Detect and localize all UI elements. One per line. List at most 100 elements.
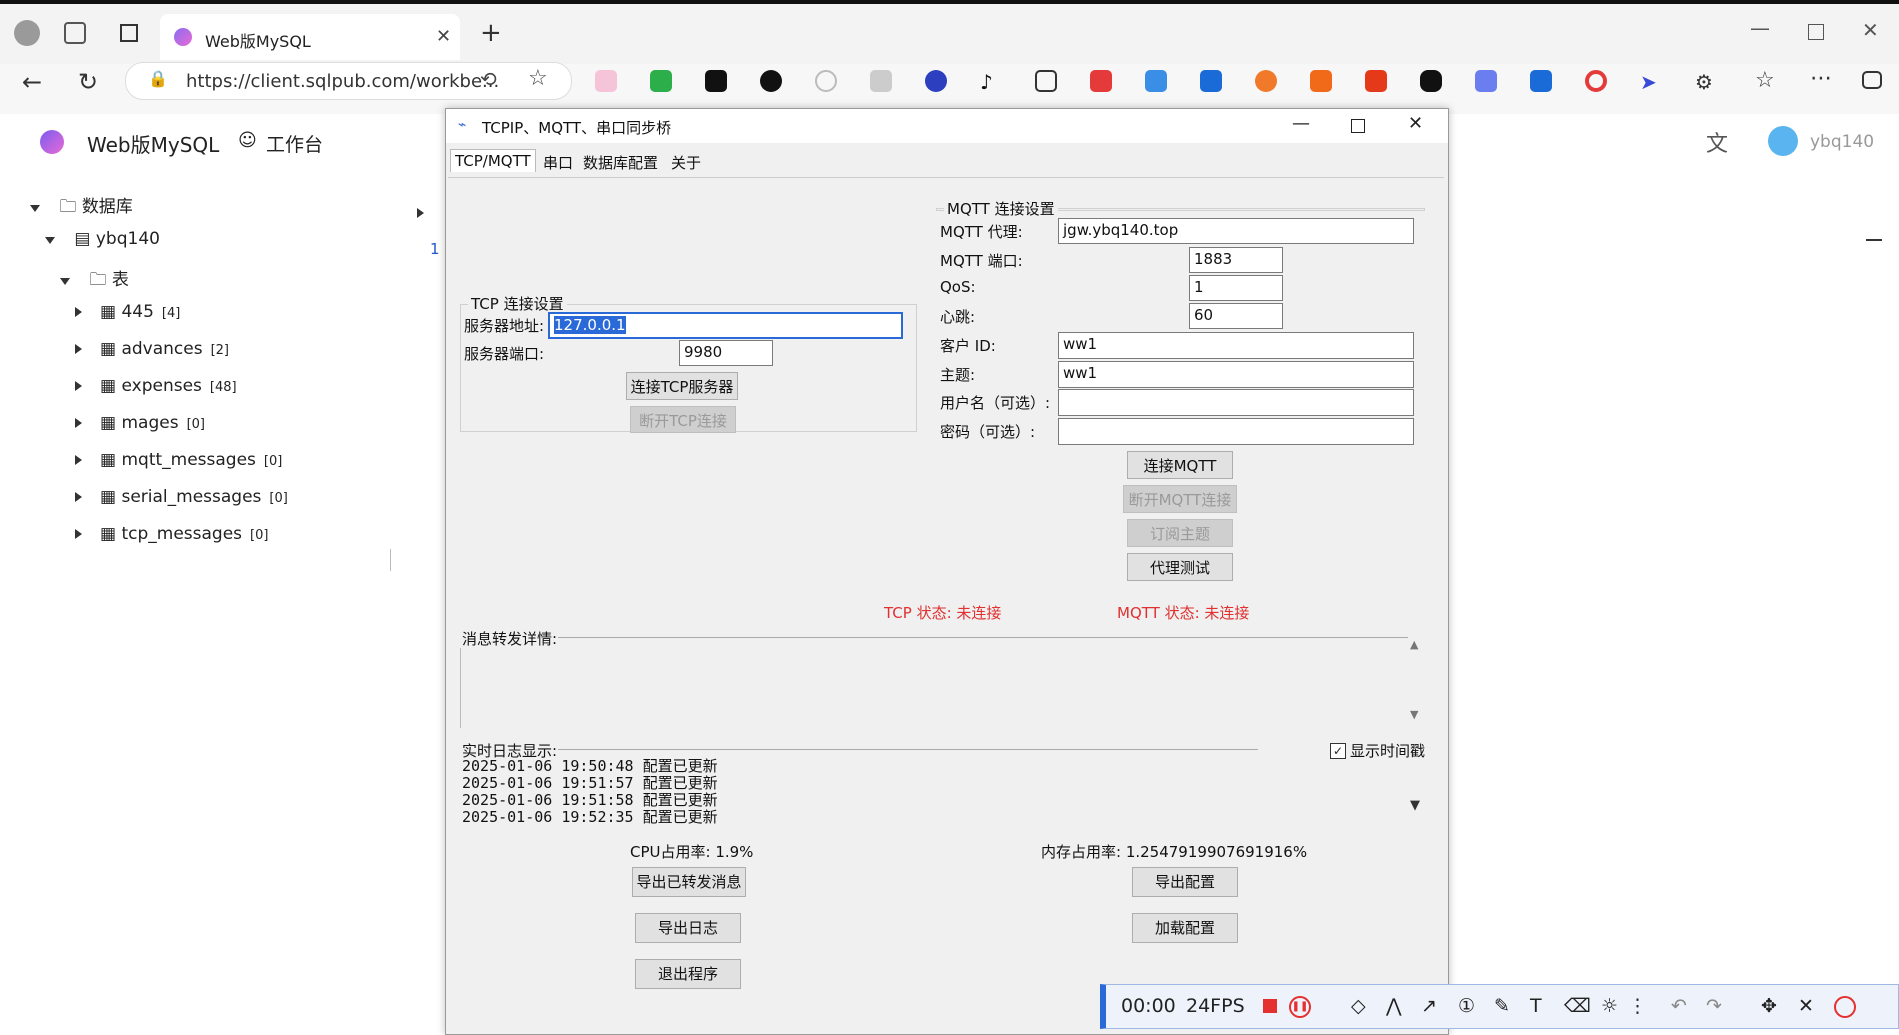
workspaces-icon[interactable]: [64, 22, 86, 44]
export-messages-button[interactable]: 导出已转发消息: [632, 867, 746, 897]
extension-screen-icon[interactable]: [870, 70, 892, 92]
load-config-button[interactable]: 加载配置: [1132, 913, 1238, 943]
extension-orange-circle-icon[interactable]: [1255, 70, 1277, 92]
minimize-panel-icon[interactable]: [1866, 239, 1882, 241]
tree-table-item[interactable]: ▦ mages [0]: [75, 413, 205, 433]
pen-icon[interactable]: ✎: [1494, 995, 1510, 1017]
tree-db[interactable]: ▤ ybq140: [45, 229, 160, 249]
username-input[interactable]: [1058, 389, 1414, 416]
extension-refresh-icon[interactable]: [705, 70, 727, 92]
connect-tcp-button[interactable]: 连接TCP服务器: [626, 372, 738, 400]
more-tools-icon[interactable]: ⋮: [1628, 995, 1647, 1017]
log-scroll-down-icon[interactable]: ▼: [1410, 798, 1420, 813]
arrow-icon[interactable]: ↗: [1421, 995, 1437, 1017]
tree-table-item[interactable]: ▦ mqtt_messages [0]: [75, 450, 282, 470]
tab-db-config[interactable]: 数据库配置: [578, 149, 663, 176]
server-port-input[interactable]: 9980: [679, 340, 773, 366]
tab-close-icon[interactable]: ✕: [436, 26, 451, 47]
qos-input[interactable]: 1: [1189, 275, 1283, 301]
tab-tcp-mqtt[interactable]: TCP/MQTT: [450, 149, 536, 172]
extension-discord-icon[interactable]: [1475, 70, 1497, 92]
eraser-icon[interactable]: ⌫: [1564, 995, 1591, 1017]
mqtt-port-input[interactable]: 1883: [1189, 247, 1283, 273]
brand-logo-icon[interactable]: [40, 130, 64, 154]
app-maximize-icon[interactable]: [1351, 119, 1365, 133]
client-id-input[interactable]: ww1: [1058, 332, 1414, 359]
workbench-link[interactable]: 工作台: [266, 130, 323, 157]
user-avatar[interactable]: [1768, 126, 1798, 156]
more-options-icon[interactable]: ⋯: [1810, 66, 1832, 91]
connect-mqtt-button[interactable]: 连接MQTT: [1127, 451, 1233, 479]
extension-copy-icon[interactable]: [1035, 70, 1057, 92]
extension-glasses-icon[interactable]: [1420, 70, 1442, 92]
extension-orange-square-icon[interactable]: [1310, 70, 1332, 92]
vertical-tabs-icon[interactable]: [120, 24, 138, 42]
exit-button[interactable]: 退出程序: [635, 959, 741, 989]
app-minimize-icon[interactable]: —: [1292, 113, 1310, 134]
back-icon[interactable]: ←: [22, 68, 42, 96]
new-tab-icon[interactable]: +: [480, 18, 502, 48]
record-icon[interactable]: [1834, 996, 1856, 1018]
extension-red-ring-icon[interactable]: [1585, 70, 1607, 92]
tab-serial[interactable]: 串口: [538, 149, 578, 176]
favorite-star-icon[interactable]: ☆: [528, 66, 548, 91]
tree-table-item[interactable]: ▦ tcp_messages [0]: [75, 524, 268, 544]
browser-tab[interactable]: Web版MySQL ✕: [160, 14, 460, 60]
user-name[interactable]: ybq140: [1810, 132, 1874, 152]
favorites-icon[interactable]: ☆: [1755, 68, 1777, 93]
tree-table-item[interactable]: ▦ 445 [4]: [75, 302, 180, 322]
polyline-icon[interactable]: ⋀: [1386, 995, 1402, 1017]
scroll-down-icon[interactable]: ▼: [1410, 708, 1418, 721]
highlight-icon[interactable]: ☼: [1601, 995, 1618, 1017]
extensions-puzzle-icon[interactable]: ⚙: [1695, 70, 1717, 94]
text-icon[interactable]: T: [1530, 995, 1542, 1017]
scroll-up-icon[interactable]: ▲: [1410, 638, 1418, 651]
extension-cat-icon[interactable]: [595, 70, 617, 92]
subscribe-topic-button[interactable]: 订阅主题: [1127, 519, 1233, 547]
extension-github-icon[interactable]: [760, 70, 782, 92]
close-window-icon[interactable]: ✕: [1862, 18, 1879, 42]
tree-table-item[interactable]: ▦ serial_messages [0]: [75, 487, 288, 507]
export-config-button[interactable]: 导出配置: [1132, 867, 1238, 897]
extension-blue-circle-icon[interactable]: [925, 70, 947, 92]
extension-red-square-icon[interactable]: [1365, 70, 1387, 92]
extension-arrow-icon[interactable]: ➤: [1640, 70, 1662, 94]
export-log-button[interactable]: 导出日志: [635, 913, 741, 943]
minimize-window-icon[interactable]: —: [1750, 16, 1770, 40]
undo-icon[interactable]: ↶: [1671, 995, 1687, 1017]
server-addr-input[interactable]: 127.0.0.1: [548, 312, 903, 339]
redo-icon[interactable]: ↷: [1706, 995, 1722, 1017]
disconnect-tcp-button[interactable]: 断开TCP连接: [630, 406, 736, 433]
extension-doc-icon[interactable]: [1145, 70, 1167, 92]
timestamp-checkbox[interactable]: ✓: [1330, 743, 1346, 759]
extension-calendar-icon[interactable]: [1200, 70, 1222, 92]
tree-table-item[interactable]: ▦ advances [2]: [75, 339, 229, 359]
log-output[interactable]: 2025-01-06 19:50:48 配置已更新 2025-01-06 19:5…: [462, 758, 1402, 824]
collapse-panel-icon[interactable]: [417, 208, 424, 218]
shape-icon[interactable]: ◇: [1351, 995, 1366, 1017]
disconnect-mqtt-button[interactable]: 断开MQTT连接: [1123, 485, 1237, 513]
tree-tables-folder[interactable]: 🗀 表: [60, 265, 129, 296]
brand-name[interactable]: Web版MySQL: [87, 129, 219, 158]
tree-table-item[interactable]: ▦ expenses [48]: [75, 376, 237, 396]
move-icon[interactable]: ✥: [1761, 995, 1777, 1017]
sidebar-toggle-icon[interactable]: [1862, 71, 1882, 89]
tree-root[interactable]: 🗀 数据库: [30, 192, 133, 223]
pause-record-icon[interactable]: ❚❚: [1289, 996, 1311, 1018]
password-input[interactable]: [1058, 418, 1414, 445]
number-icon[interactable]: ①: [1458, 995, 1475, 1017]
stop-record-icon[interactable]: [1263, 999, 1277, 1013]
extension-music-icon[interactable]: ♪: [980, 70, 1002, 94]
translate-icon[interactable]: 文: [1706, 126, 1728, 158]
extension-image-icon[interactable]: [1090, 70, 1112, 92]
proxy-test-button[interactable]: 代理测试: [1127, 553, 1233, 581]
refresh-icon[interactable]: ↻: [78, 68, 98, 96]
maximize-window-icon[interactable]: [1808, 24, 1824, 40]
app-close-icon[interactable]: ✕: [1408, 113, 1423, 134]
extension-shield-icon[interactable]: [650, 70, 672, 92]
forward-textarea[interactable]: [460, 648, 1423, 728]
address-bar[interactable]: 🔒 https://client.sqlpub.com/workbe... ⟲ …: [125, 62, 572, 100]
extension-circle-icon[interactable]: [815, 70, 837, 92]
read-aloud-icon[interactable]: ⟲: [480, 67, 497, 91]
tab-about[interactable]: 关于: [666, 149, 706, 176]
